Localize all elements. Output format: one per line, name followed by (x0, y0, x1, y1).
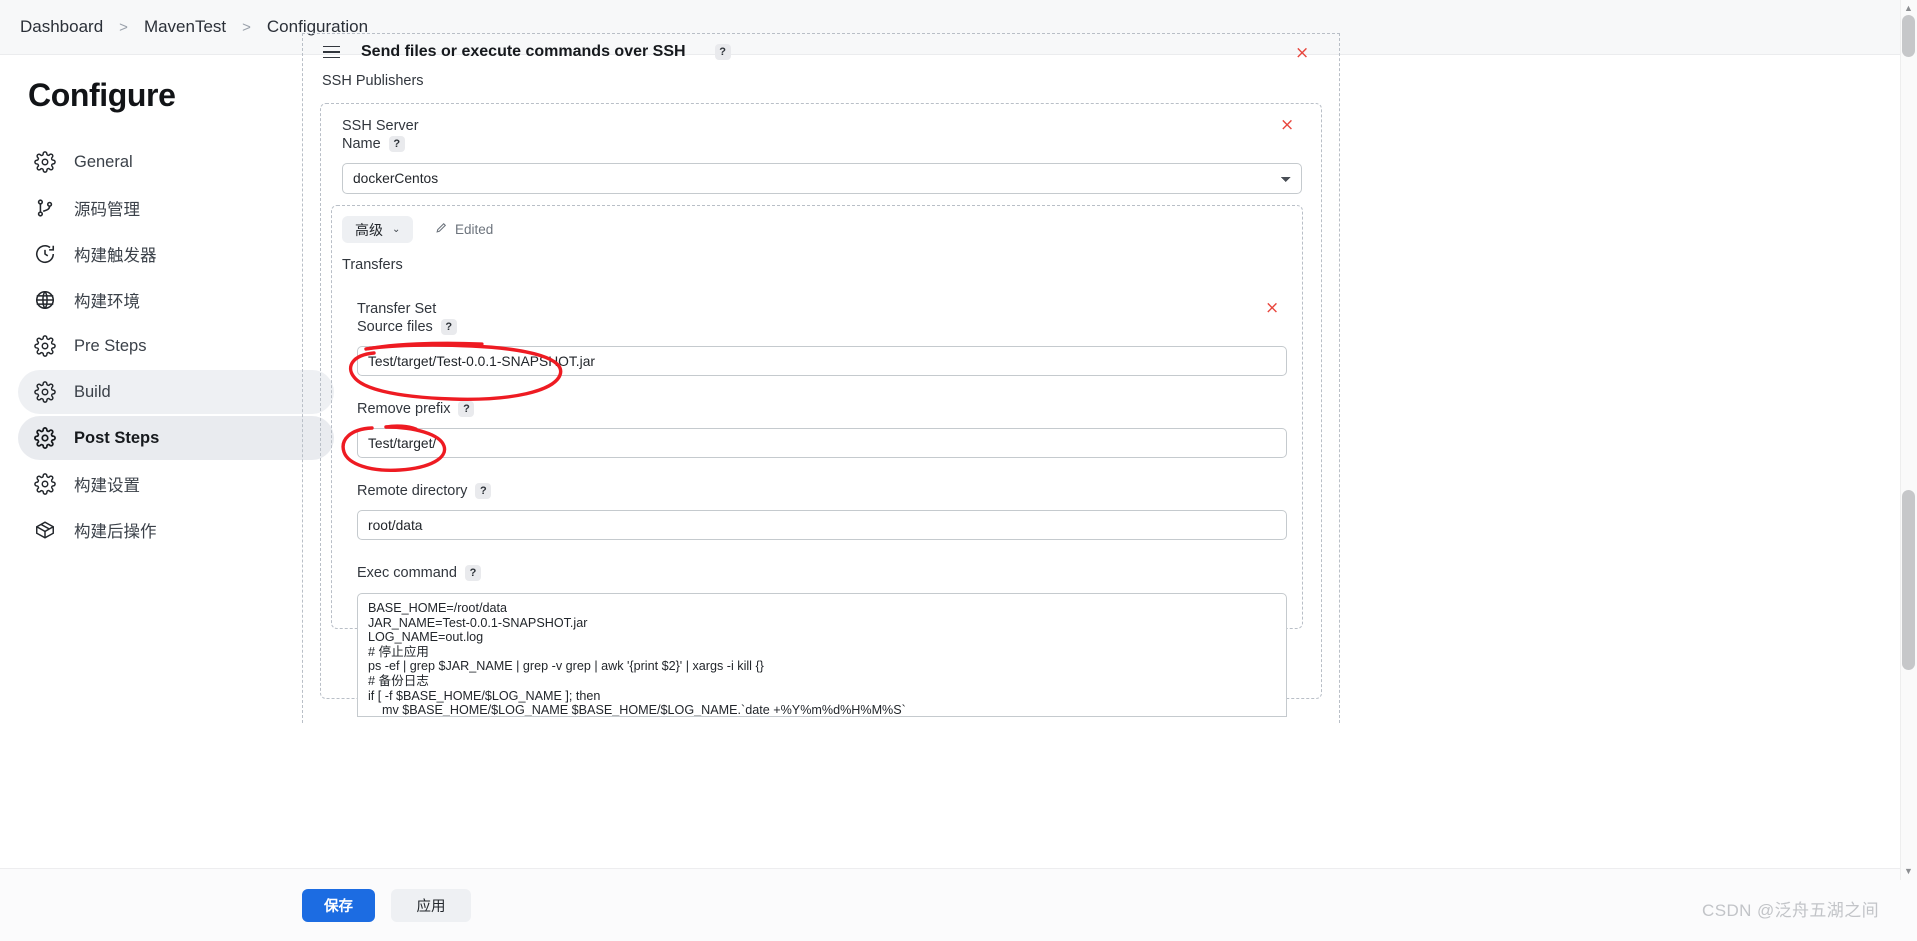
breadcrumb-separator: > (242, 18, 251, 36)
gear-icon (32, 379, 58, 405)
sidebar-item-pre-steps[interactable]: Pre Steps (18, 324, 334, 368)
breadcrumb-item-dashboard[interactable]: Dashboard (14, 17, 109, 37)
sidebar-item-post-build-actions[interactable]: 构建后操作 (18, 508, 334, 552)
remove-prefix-label: Remove prefix (357, 401, 451, 417)
help-icon[interactable]: ? (388, 136, 405, 152)
remote-directory-input[interactable] (357, 510, 1287, 540)
sidebar-item-build-triggers[interactable]: 构建触发器 (18, 232, 334, 276)
gear-icon (32, 333, 58, 359)
breadcrumb-separator: > (119, 18, 128, 36)
sidebar-item-label: 构建设置 (74, 477, 140, 495)
help-icon[interactable]: ? (440, 319, 457, 335)
package-icon (32, 517, 58, 543)
breadcrumb-item-maventest[interactable]: MavenTest (138, 17, 232, 37)
scrollbar-thumb-top[interactable] (1902, 15, 1915, 57)
hamburger-icon[interactable] (323, 45, 340, 59)
sidebar-item-label: Build (74, 382, 111, 401)
footer-actions: 保存 应用 (0, 868, 1917, 941)
sidebar-item-post-steps[interactable]: Post Steps (18, 416, 334, 460)
vertical-scrollbar[interactable]: ▲ ▼ (1900, 0, 1917, 880)
exec-command-label: Exec command (357, 565, 457, 581)
sidebar-item-label: 构建环境 (74, 293, 140, 311)
clock-icon (32, 241, 58, 267)
sidebar-nav: General 源码管理 构建触发器 构建环境 Pre Steps Build … (18, 140, 334, 552)
ssh-server-group-label: SSH Server (342, 118, 419, 134)
sidebar-item-build[interactable]: Build (18, 370, 334, 414)
transfer-set-close-icon[interactable]: × (1265, 300, 1279, 317)
source-files-label: Source files (357, 319, 433, 335)
transfer-set-group-label: Transfer Set (357, 301, 437, 317)
sidebar-item-label: General (74, 152, 133, 171)
page-title: Configure (28, 77, 176, 113)
ssh-server-name-label-row: Name ? (342, 136, 405, 152)
source-files-label-row: Source files ? (357, 319, 457, 335)
gear-icon (32, 149, 58, 175)
gear-icon (32, 471, 58, 497)
remove-prefix-input[interactable] (357, 428, 1287, 458)
sidebar-item-label: 构建后操作 (74, 523, 157, 541)
remove-prefix-label-row: Remove prefix ? (357, 401, 475, 417)
remote-directory-label: Remote directory (357, 483, 468, 499)
ssh-server-name-label: Name (342, 136, 381, 152)
page-root: Dashboard > MavenTest > Configuration Co… (0, 0, 1917, 941)
sidebar-item-general[interactable]: General (18, 140, 334, 184)
close-icon[interactable]: × (1295, 45, 1309, 62)
sidebar-item-label: 源码管理 (74, 201, 140, 219)
sidebar-item-label: 构建触发器 (74, 247, 157, 265)
gear-icon (32, 425, 58, 451)
globe-icon (32, 287, 58, 313)
exec-command-label-row: Exec command ? (357, 565, 481, 581)
sidebar-item-build-settings[interactable]: 构建设置 (18, 462, 334, 506)
watermark: CSDN @泛舟五湖之间 (1702, 901, 1879, 920)
sidebar-item-label: Post Steps (74, 428, 160, 447)
apply-button[interactable]: 应用 (391, 888, 471, 922)
main-panel: Send files or execute commands over SSH … (302, 33, 1842, 723)
sidebar: Configure General 源码管理 构建触发器 构建环境 Pre St… (0, 55, 352, 941)
remote-directory-label-row: Remote directory ? (357, 483, 492, 499)
save-button[interactable]: 保存 (302, 888, 375, 922)
exec-command-textarea[interactable]: BASE_HOME=/root/data JAR_NAME=Test-0.0.1… (357, 593, 1287, 717)
scroll-up-icon[interactable]: ▲ (1903, 3, 1914, 14)
sidebar-item-label: Pre Steps (74, 336, 147, 355)
ssh-server-name-select[interactable]: dockerCentos (342, 163, 1302, 194)
scroll-down-icon[interactable]: ▼ (1903, 866, 1914, 877)
help-icon[interactable]: ? (475, 483, 492, 499)
help-icon[interactable]: ? (464, 565, 481, 581)
sidebar-item-build-environment[interactable]: 构建环境 (18, 278, 334, 322)
sidebar-item-scm[interactable]: 源码管理 (18, 186, 334, 230)
ssh-server-close-icon[interactable]: × (1280, 117, 1294, 134)
help-icon[interactable]: ? (458, 401, 475, 417)
ssh-publishers-label: SSH Publishers (322, 73, 424, 89)
git-branch-icon (32, 195, 58, 221)
source-files-input[interactable] (357, 346, 1287, 376)
scrollbar-thumb[interactable] (1902, 490, 1915, 670)
